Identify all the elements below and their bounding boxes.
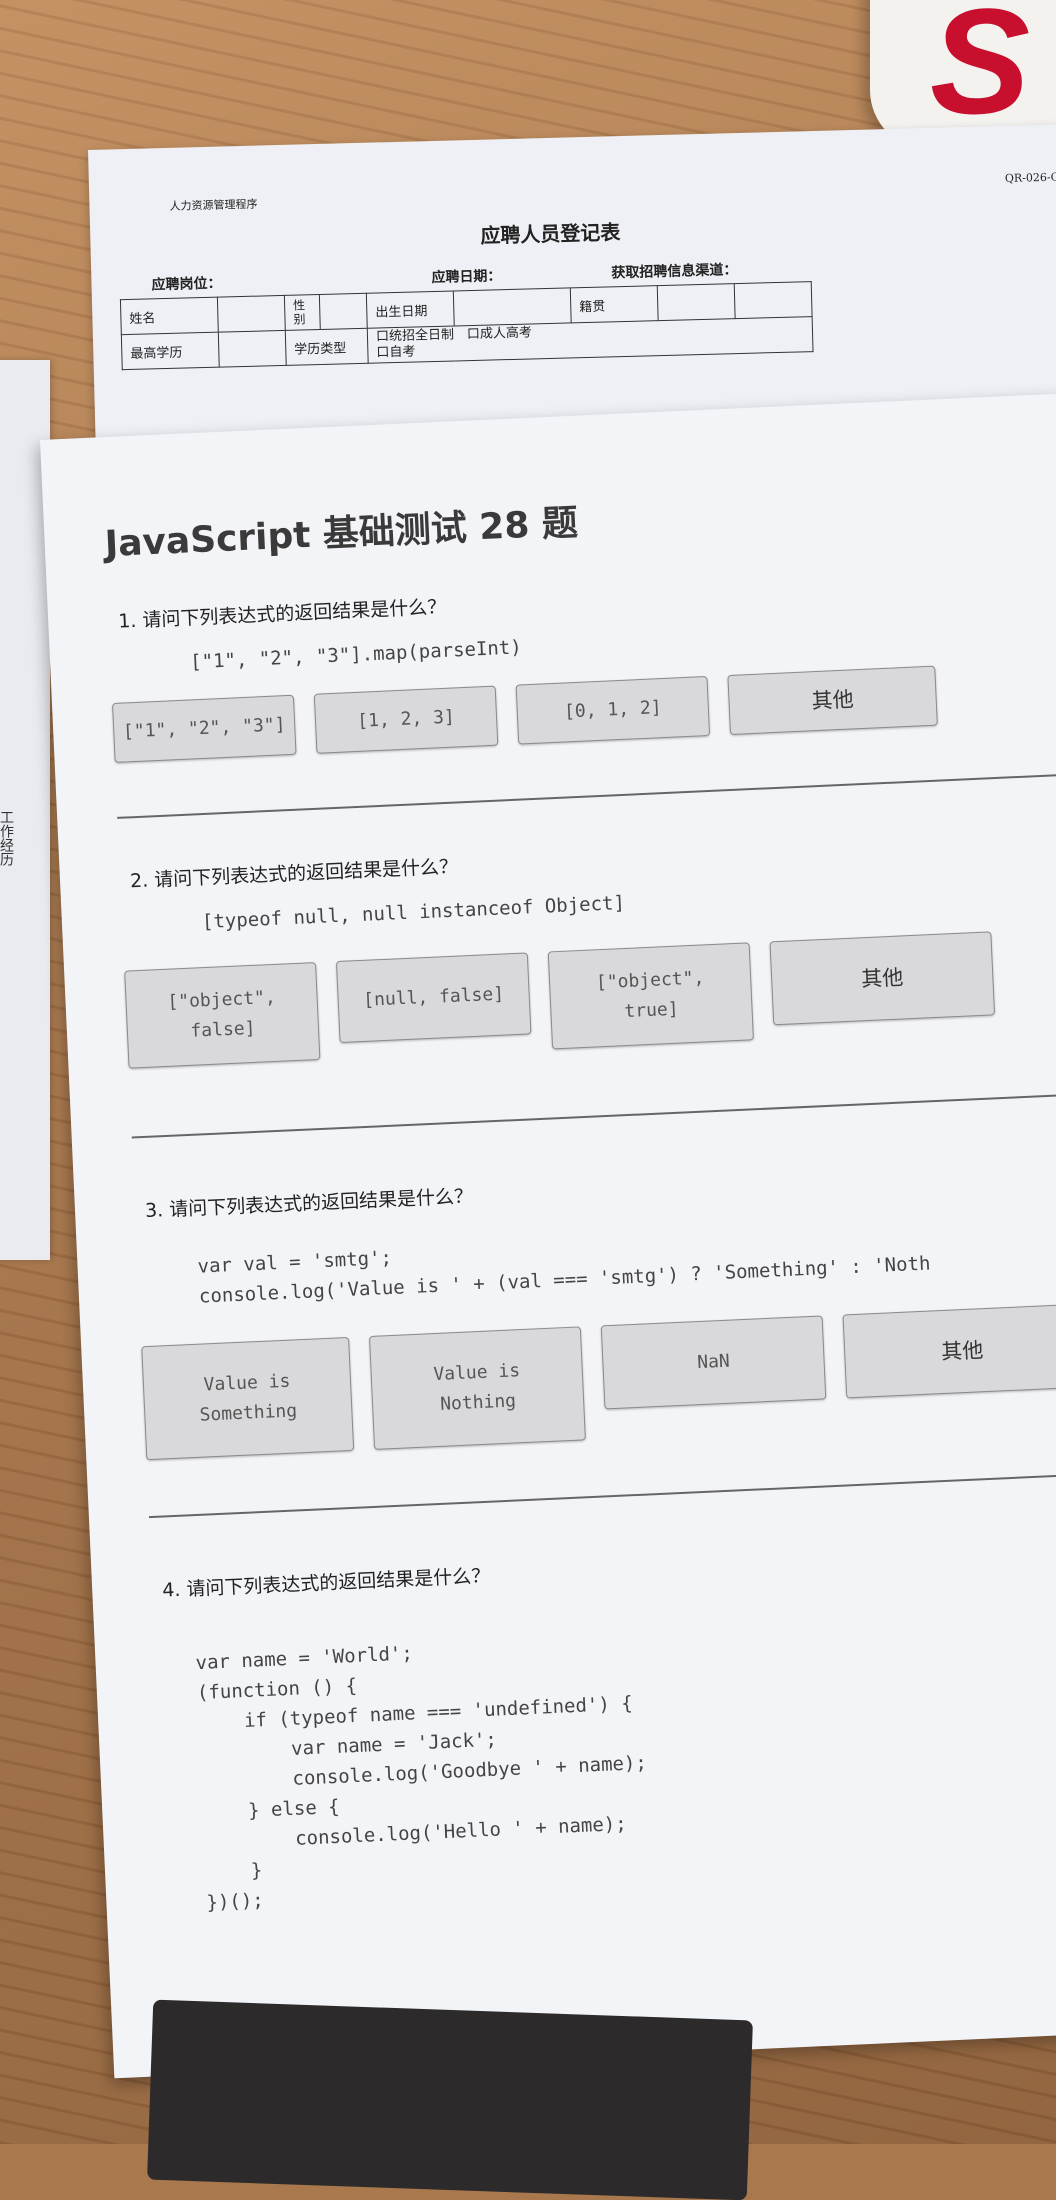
option-button-other[interactable]: 其他 xyxy=(842,1303,1056,1399)
option-button[interactable]: Value is Nothing xyxy=(368,1326,586,1450)
option-button[interactable]: [1, 2, 3] xyxy=(313,685,499,754)
form-cell: 最高学历 xyxy=(121,332,220,370)
question-text: 4. 请问下列表达式的返回结果是什么？ xyxy=(161,1564,491,1602)
form-header-left: 人力资源管理程序 xyxy=(169,197,258,213)
option-button[interactable]: NaN xyxy=(600,1315,827,1410)
form-cell xyxy=(319,293,368,330)
question-text: 2. 请问下列表达式的返回结果是什么？ xyxy=(129,855,459,893)
form-meta-position: 应聘岗位： xyxy=(151,275,222,294)
form-cell: 出生日期 xyxy=(366,290,455,329)
question-code: var name = 'World'; (function () { if (t… xyxy=(195,1642,648,1914)
form-cell xyxy=(657,283,736,321)
question-code: [typeof null, null instanceof Object] xyxy=(201,891,626,934)
form-meta-channel: 获取招聘信息渠道： xyxy=(611,262,738,282)
option-button[interactable]: ["object", true] xyxy=(547,942,754,1050)
form-meta-date: 应聘日期： xyxy=(431,268,502,287)
quiz-title: JavaScript 基础测试 28 题 xyxy=(103,502,579,566)
form-header-right: QR-026-C xyxy=(1004,170,1056,186)
question-1: 1. 请问下列表达式的返回结果是什么？ ["1", "2", "3"].map(… xyxy=(48,561,1056,763)
form-cell: 姓名 xyxy=(120,297,219,335)
option-button[interactable]: ["1", "2", "3"] xyxy=(112,694,297,763)
left-sheet-text: 工作经历 xyxy=(0,810,14,866)
dark-object xyxy=(147,1999,753,2200)
question-divider xyxy=(117,770,1056,819)
form-cell xyxy=(734,281,813,319)
question-code: var val = 'smtg'; console.log('Value is … xyxy=(197,1246,931,1308)
option-button[interactable]: [0, 1, 2] xyxy=(515,675,711,745)
form-cell: 学历类型 xyxy=(285,328,369,366)
option-button-other[interactable]: 其他 xyxy=(727,665,938,735)
option-button[interactable]: ["object", false] xyxy=(124,962,321,1069)
quiz-sheet: JavaScript 基础测试 28 题 1. 请问下列表达式的返回结果是什么？… xyxy=(40,391,1056,2079)
mug-logo: S xyxy=(930,0,1031,145)
question-3: 3. 请问下列表达式的返回结果是什么？ var val = 'smtg'; co… xyxy=(74,1150,1056,1461)
option-button-other[interactable]: 其他 xyxy=(769,931,996,1026)
form-title: 应聘人员登记表 xyxy=(480,220,621,248)
form-cell xyxy=(218,330,287,368)
question-text: 3. 请问下列表达式的返回结果是什么？ xyxy=(144,1185,474,1223)
question-text: 1. 请问下列表达式的返回结果是什么？ xyxy=(117,595,447,633)
option-button[interactable]: Value is Something xyxy=(141,1336,355,1461)
form-table: 姓名 性别 出生日期 籍贯 最高学历 学历类型 口统招全日制 口成人高考 口自考 xyxy=(120,281,814,370)
question-code: ["1", "2", "3"].map(parseInt) xyxy=(189,636,523,674)
form-cell: 性别 xyxy=(284,294,321,331)
question-divider xyxy=(131,1090,1056,1139)
form-cell xyxy=(217,295,286,333)
form-cell xyxy=(453,287,572,326)
question-2: 2. 请问下列表达式的返回结果是什么？ [typeof null, null i… xyxy=(60,821,1056,1069)
form-cell: 籍贯 xyxy=(570,285,659,323)
question-divider xyxy=(148,1469,1056,1518)
question-4: 4. 请问下列表达式的返回结果是什么？ var name = 'World'; … xyxy=(92,1530,1056,1914)
option-button[interactable]: [null, false] xyxy=(335,952,532,1044)
